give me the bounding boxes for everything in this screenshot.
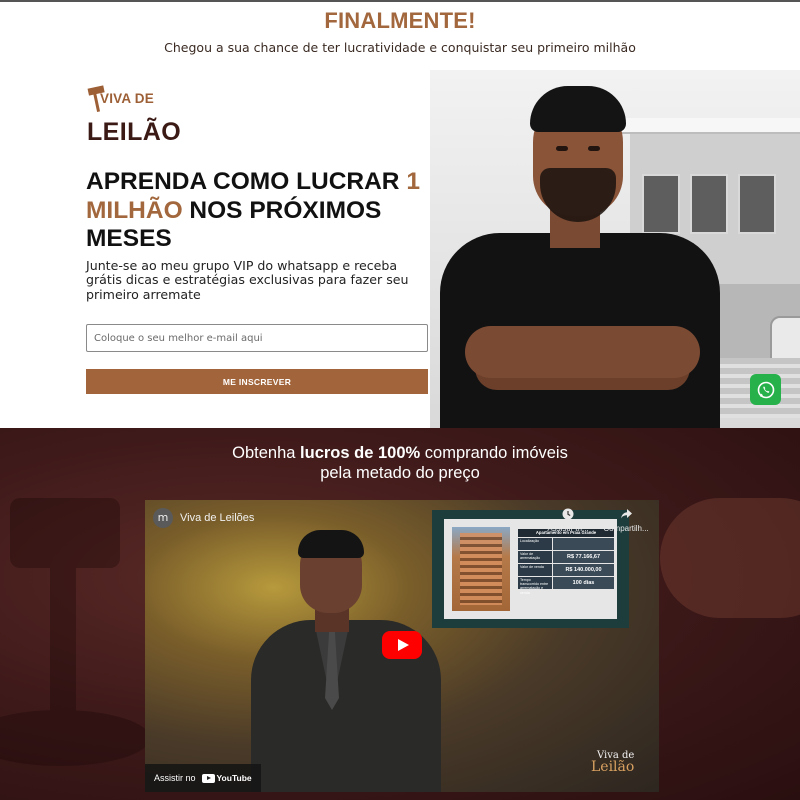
property-info-table: Apartamento em Praia Grande Localização … [518,529,614,595]
youtube-logo-icon: YouTube [201,773,252,783]
apartment-building-image [452,527,510,611]
hero-description: Junte-se ao meu grupo VIP do whatsapp e … [86,258,409,302]
top-banner: FINALMENTE! Chegou a sua chance de ter l… [0,0,800,58]
gavel-background-image [0,498,150,766]
banner-title: FINALMENTE! [324,8,476,33]
video-title[interactable]: Viva de Leilões [180,512,254,524]
subscribe-button[interactable]: ME INSCREVER [86,369,428,394]
share-icon [620,509,632,519]
section-title: Obtenha lucros de 100% comprando imóveis… [232,444,568,482]
play-button[interactable] [382,631,422,659]
hand-background-image [660,498,800,618]
channel-avatar[interactable]: m [153,508,173,528]
whatsapp-button[interactable] [750,374,781,405]
brand-logo: VIVA DE LEILÃO [86,85,181,151]
logo-text-top: VIVA DE [100,91,154,106]
watch-on-youtube-link[interactable]: Assistir no YouTube [145,764,261,792]
clock-icon [562,508,574,520]
logo-text-bottom: LEILÃO [87,118,182,146]
presenter-photo [430,68,730,428]
whatsapp-icon [757,381,774,398]
share-button[interactable]: Compartilh... [600,508,652,533]
youtube-video-player[interactable]: Apartamento em Praia Grande Localização … [145,500,659,792]
email-field[interactable] [86,324,428,352]
video-watermark-logo: Viva de Leilão [591,750,635,775]
landing-page: FINALMENTE! Chegou a sua chance de ter l… [0,0,800,800]
video-section: Obtenha lucros de 100% comprando imóveis… [0,428,800,800]
hero-section: VIVA DE LEILÃO APRENDA COMO LUCRAR 1 MIL… [0,58,800,428]
banner-subtitle: Chegou a sua chance de ter lucratividade… [164,40,636,55]
watch-later-button[interactable]: Assistir m... [545,508,591,533]
car [770,316,800,364]
hero-headline: APRENDA COMO LUCRAR 1 MILHÃO NOS PRÓXIMO… [86,168,420,252]
